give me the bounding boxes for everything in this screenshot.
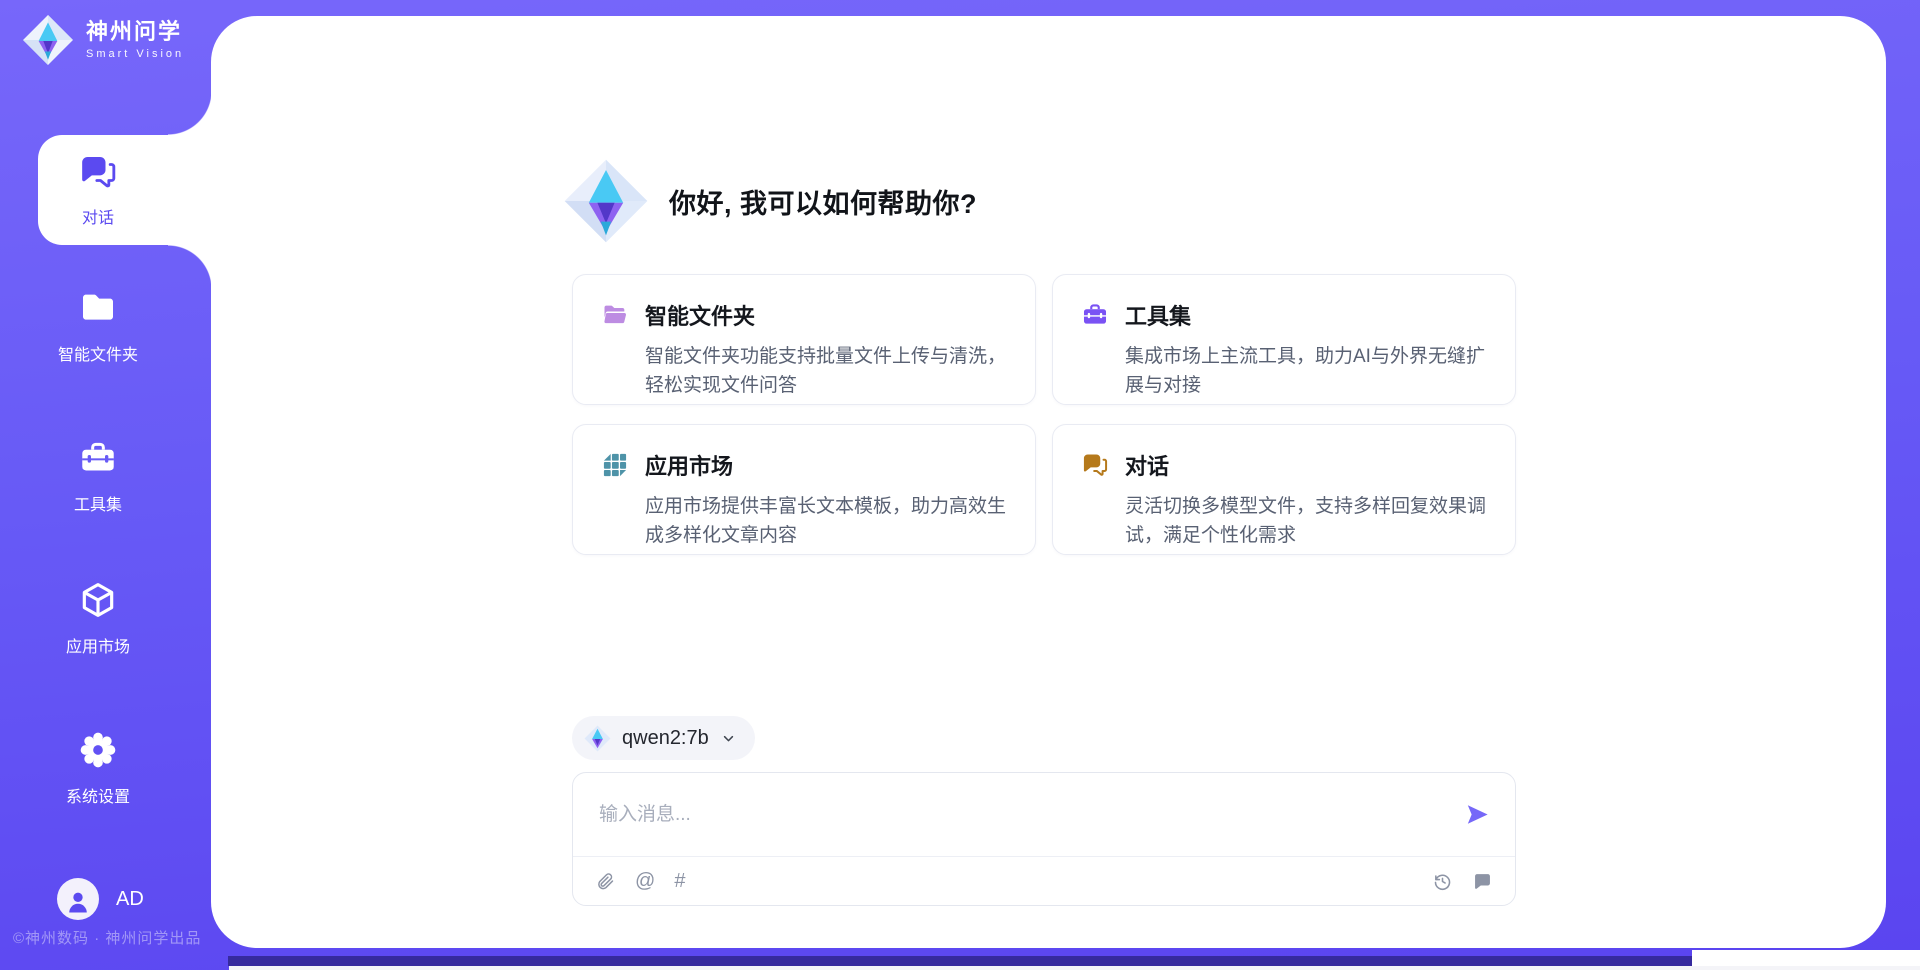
sidebar-item-label: 应用市场 (66, 633, 130, 657)
sidebar-item-label: 工具集 (74, 491, 122, 515)
sidebar-item-chat[interactable]: 对话 (38, 135, 212, 245)
toolbox-icon (78, 438, 118, 478)
bottom-bar (228, 956, 1692, 966)
hash-icon[interactable]: # (674, 871, 685, 891)
card-title: 对话 (1125, 449, 1169, 481)
copyright-footer: ©神州数码 · 神州问学出品 (13, 927, 201, 948)
user-initials: AD (116, 888, 144, 911)
sidebar-item-label: 对话 (82, 204, 114, 228)
toolbox-icon (1081, 301, 1109, 329)
avatar (57, 878, 99, 920)
card-description: 应用市场提供丰富长文本模板，助力高效生成多样化文章内容 (645, 492, 1007, 551)
gear-icon (78, 730, 118, 770)
message-icon[interactable] (1472, 871, 1493, 892)
greeting-row: 你好, 我可以如何帮助你? (563, 158, 977, 244)
card-description: 灵活切换多模型文件，支持多样回复效果调试，满足个性化需求 (1125, 492, 1487, 551)
brand-logo-icon (22, 14, 74, 66)
user-profile[interactable]: AD (57, 878, 144, 920)
model-name: qwen2:7b (622, 727, 709, 750)
model-selector[interactable]: qwen2:7b (572, 716, 755, 760)
mention-icon[interactable]: @ (635, 871, 655, 891)
chevron-down-icon (720, 730, 737, 747)
message-composer: @ # (572, 772, 1516, 906)
sidebar-item-label: 系统设置 (66, 783, 130, 807)
card-description: 集成市场上主流工具，助力AI与外界无缝扩展与对接 (1125, 342, 1487, 401)
user-icon (64, 888, 92, 916)
cube-icon (78, 580, 118, 620)
model-logo-icon (584, 725, 611, 752)
sidebar-item-toolset[interactable]: 工具集 (0, 438, 196, 515)
card-title: 智能文件夹 (645, 299, 755, 331)
sidebar-item-smart-folder[interactable]: 智能文件夹 (0, 288, 196, 365)
sidebar-item-settings[interactable]: 系统设置 (0, 730, 196, 807)
message-input[interactable] (597, 803, 1452, 827)
history-icon[interactable] (1432, 871, 1453, 892)
bottom-hairline (229, 966, 1920, 970)
feature-cards: 智能文件夹 智能文件夹功能支持批量文件上传与清洗，轻松实现文件问答 工具集 (572, 274, 1516, 555)
card-chat[interactable]: 对话 灵活切换多模型文件，支持多样回复效果调试，满足个性化需求 (1052, 424, 1516, 555)
card-toolset[interactable]: 工具集 集成市场上主流工具，助力AI与外界无缝扩展与对接 (1052, 274, 1516, 405)
chat-icon (78, 152, 118, 192)
card-app-market[interactable]: 应用市场 应用市场提供丰富长文本模板，助力高效生成多样化文章内容 (572, 424, 1036, 555)
open-folder-icon (601, 301, 629, 329)
app-logo-icon (563, 158, 649, 244)
card-title: 工具集 (1125, 299, 1191, 331)
card-smart-folder[interactable]: 智能文件夹 智能文件夹功能支持批量文件上传与清洗，轻松实现文件问答 (572, 274, 1036, 405)
brand: 神州问学 Smart Vision (22, 14, 184, 66)
card-title: 应用市场 (645, 449, 733, 481)
folder-icon (78, 288, 118, 328)
card-description: 智能文件夹功能支持批量文件上传与清洗，轻松实现文件问答 (645, 342, 1007, 401)
brand-name: 神州问学 (86, 20, 184, 44)
send-icon[interactable] (1464, 801, 1491, 828)
sidebar-item-label: 智能文件夹 (58, 341, 138, 365)
brand-subtitle: Smart Vision (86, 48, 184, 60)
app-grid-icon (601, 451, 629, 479)
greeting-title: 你好, 我可以如何帮助你? (669, 182, 977, 221)
attachment-icon[interactable] (595, 871, 616, 892)
sidebar-item-app-market[interactable]: 应用市场 (0, 580, 196, 657)
main-panel: 你好, 我可以如何帮助你? 智能文件夹 智能文件夹功能支持批量文件上传与清洗，轻… (211, 16, 1886, 948)
chat-icon (1081, 451, 1109, 479)
